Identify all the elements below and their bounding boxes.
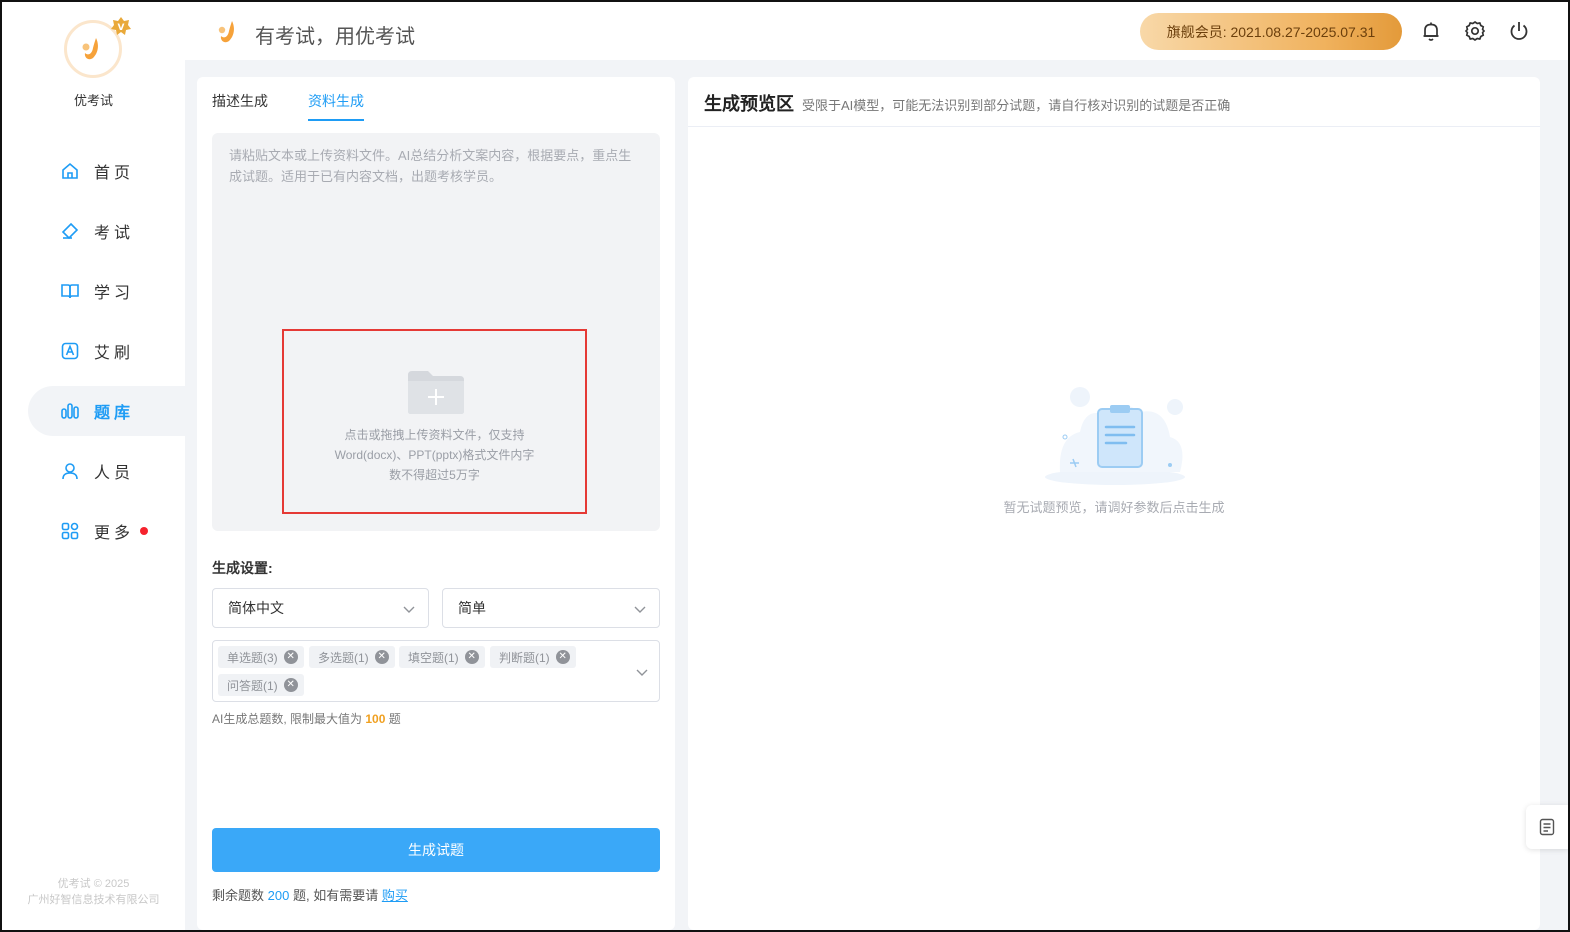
preview-panel: 生成预览区 受限于AI模型，可能无法识别到部分试题，请自行核对识别的试题是否正确… [688,77,1540,930]
divider [688,126,1540,127]
close-icon[interactable]: ✕ [283,678,298,692]
generate-tabs: 描述生成 资料生成 [212,91,364,121]
svg-text:V: V [118,23,125,33]
question-type-tag: 多选题(1) ✕ [309,646,395,668]
total-limit-hint: AI生成总题数, 限制最大值为 100 题 [212,712,401,726]
empty-state-text: 暂无试题预览，请调好参数后点击生成 [1003,500,1225,515]
settings-label: 生成设置: [212,560,273,576]
close-icon[interactable]: ✕ [555,650,570,664]
buy-link[interactable]: 购买 [382,888,408,903]
language-select[interactable]: 简体中文 [212,588,429,628]
generate-questions-button[interactable]: 生成试题 [212,828,660,872]
sidebar-item-label: 人员 [94,465,135,482]
upload-instructions: 点击或拖拽上传资料文件，仅支持 Word(docx)、PPT(pptx)格式文件… [334,428,535,482]
question-type-tag: 单选题(3) ✕ [218,646,304,668]
bell-icon[interactable] [1420,20,1442,42]
header-logo-icon [218,21,234,43]
question-type-multiselect[interactable]: 单选题(3) ✕ 多选题(1) ✕ 填空题(1) ✕ 判断题(1) ✕ 问答题(1) ✕ [212,640,660,702]
preview-title: 生成预览区 [704,94,794,114]
generate-panel: 描述生成 资料生成 请粘贴文本或上传资料文件。AI总结分析文案内容，根据要点，重… [197,77,675,930]
chevron-down-icon [634,606,646,613]
sidebar-item-label: 艾刷 [94,345,135,362]
app-name: 优考试 [73,93,113,108]
sidebar-nav: 首页 考试 学习 艾刷 题库 人员 更多 [28,146,185,566]
a-letter-icon [60,341,80,361]
sidebar-item-home[interactable]: 首页 [28,146,185,196]
sidebar-item-label: 考试 [94,225,135,242]
sidebar: V 优考试 首页 考试 学习 艾刷 题库 人员 更多 优考试 © 2025 广州… [2,2,185,930]
sidebar-item-aishua[interactable]: 艾刷 [28,326,185,376]
home-icon [60,161,80,181]
logo-mark-icon [82,38,98,60]
empty-clipboard-icon [1045,387,1185,485]
chevron-down-icon [636,669,648,676]
sidebar-item-people[interactable]: 人员 [28,446,185,496]
app-logo[interactable]: V [64,17,131,82]
header-slogan: 有考试，用优考试 [255,26,415,48]
sidebar-item-label: 更多 [94,525,135,542]
file-upload-dropzone[interactable]: 点击或拖拽上传资料文件，仅支持 Word(docx)、PPT(pptx)格式文件… [282,329,587,514]
document-icon [1539,818,1555,836]
apps-icon [60,521,80,541]
sidebar-item-exam[interactable]: 考试 [28,206,185,256]
folder-add-icon [408,371,464,414]
sidebar-item-study[interactable]: 学习 [28,266,185,316]
notification-dot [140,527,149,535]
difficulty-select[interactable]: 简单 [442,588,660,628]
close-icon[interactable]: ✕ [374,650,389,664]
gear-icon[interactable] [1464,20,1486,42]
sidebar-item-question-bank[interactable]: 题库 [28,386,185,436]
textarea-placeholder: 请粘贴文本或上传资料文件。AI总结分析文案内容，根据要点，重点生成试题。适用于已… [229,148,632,184]
chevron-down-icon [403,606,415,613]
question-type-tag: 判断题(1) ✕ [490,646,576,668]
sidebar-item-label: 首页 [94,165,135,182]
power-icon[interactable] [1508,20,1530,42]
book-icon [60,281,80,301]
preview-subtitle: 受限于AI模型，可能无法识别到部分试题，请自行核对识别的试题是否正确 [802,98,1231,113]
material-textarea[interactable]: 请粘贴文本或上传资料文件。AI总结分析文案内容，根据要点，重点生成试题。适用于已… [212,133,660,531]
floating-notes-button[interactable] [1526,805,1568,849]
tab-material-generate[interactable]: 资料生成 [308,91,364,121]
top-header: 有考试，用优考试 旗舰会员: 2021.08.27-2025.07.31 [185,2,1568,60]
vip-crown-icon: V [111,17,131,35]
question-type-tag: 填空题(1) ✕ [399,646,485,668]
sidebar-item-more[interactable]: 更多 [28,506,185,556]
preview-header: 生成预览区 受限于AI模型，可能无法识别到部分试题，请自行核对识别的试题是否正确 [704,90,1230,116]
sidebar-item-label: 题库 [94,405,135,422]
close-icon[interactable]: ✕ [283,650,298,664]
copyright: 优考试 © 2025 广州好智信息技术有限公司 [27,878,160,906]
eraser-icon [60,221,80,241]
remaining-quota: 剩余题数 200 题, 如有需要请 购买 [212,888,408,903]
tab-describe-generate[interactable]: 描述生成 [212,91,268,121]
bars-icon [60,401,80,421]
question-type-tag: 问答题(1) ✕ [218,674,304,696]
vip-membership-badge[interactable]: 旗舰会员: 2021.08.27-2025.07.31 [1140,13,1402,50]
user-icon [60,461,80,481]
close-icon[interactable]: ✕ [464,650,479,664]
sidebar-item-label: 学习 [94,285,135,302]
